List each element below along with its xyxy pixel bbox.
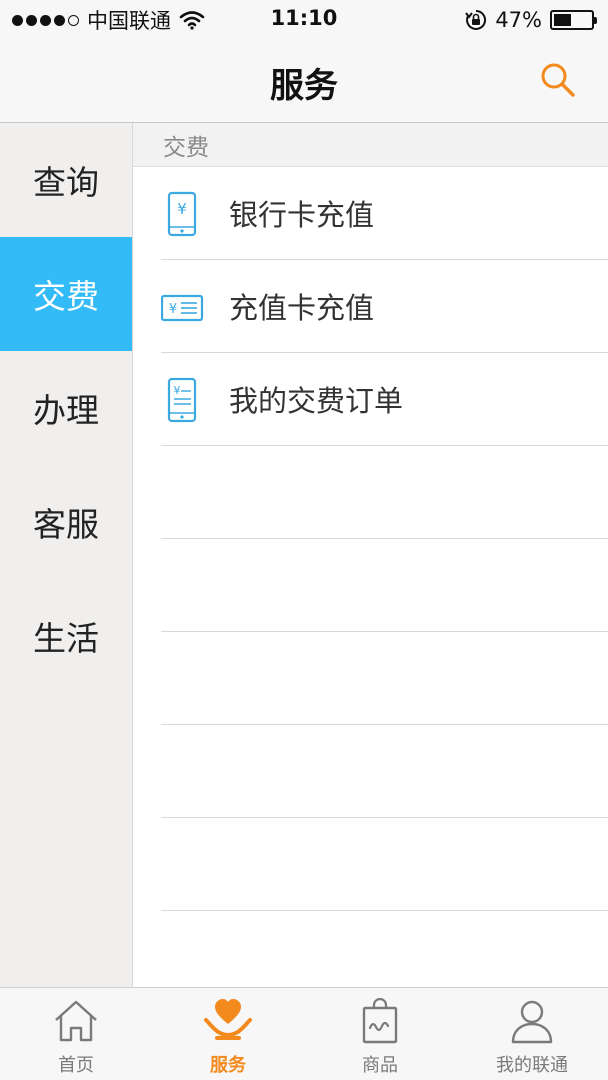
tab-products[interactable]: 商品 (304, 988, 456, 1080)
svg-text:¥: ¥ (174, 384, 181, 397)
sidebar-item-payment[interactable]: 交费 (0, 237, 132, 351)
svg-text:¥: ¥ (169, 302, 177, 317)
list-item-empty (161, 818, 608, 911)
list-item-label: 银行卡充值 (229, 198, 375, 232)
battery-percent: 47% (495, 8, 542, 32)
service-list: 交费 ¥ 银行卡充值 ¥ 充值卡充值 ¥ 我的交费订单 (133, 123, 608, 987)
tab-home[interactable]: 首页 (0, 988, 152, 1080)
list-item-empty (161, 446, 608, 539)
sidebar-item-label: 交费 (33, 277, 99, 316)
tab-my-unicom[interactable]: 我的联通 (456, 988, 608, 1080)
list-item-empty (161, 539, 608, 632)
sidebar-item-label: 办理 (33, 391, 99, 430)
signal-dot (54, 14, 65, 26)
list-item-empty (161, 725, 608, 818)
status-bar: 中国联通 11:10 47% (0, 0, 608, 40)
list-item-my-payment-orders[interactable]: ¥ 我的交费订单 (161, 353, 608, 446)
battery-level (554, 14, 571, 26)
sidebar-item-handle[interactable]: 办理 (0, 351, 132, 465)
tab-label: 我的联通 (496, 1055, 568, 1076)
page-title: 服务 (270, 66, 338, 106)
sidebar-item-label: 生活 (33, 619, 99, 658)
tab-label: 商品 (362, 1055, 398, 1076)
status-bar-left: 中国联通 (12, 6, 205, 34)
list-item-label: 我的交费订单 (229, 384, 404, 418)
search-icon[interactable] (538, 60, 578, 100)
phone-bill-icon: ¥ (167, 377, 197, 423)
tab-label: 首页 (58, 1055, 94, 1076)
sidebar-item-customer-service[interactable]: 客服 (0, 465, 132, 579)
rotation-lock-icon (465, 9, 487, 30)
sidebar-item-query[interactable]: 查询 (0, 123, 132, 237)
carrier-name: 中国联通 (87, 9, 171, 33)
signal-dot (40, 14, 51, 26)
list-item-recharge-card[interactable]: ¥ 充值卡充值 (161, 260, 608, 353)
wifi-icon (179, 11, 205, 30)
home-icon (55, 1000, 97, 1042)
tab-bar: 首页 服务 商品 我的联通 (0, 987, 608, 1080)
recharge-card-icon: ¥ (161, 294, 204, 322)
shopping-bag-icon (362, 998, 398, 1044)
category-sidebar: 查询 交费 办理 客服 生活 (0, 123, 133, 987)
section-title: 交费 (163, 134, 209, 161)
battery-icon (550, 10, 597, 30)
tab-label: 服务 (210, 1055, 246, 1076)
tab-service[interactable]: 服务 (152, 988, 304, 1080)
sidebar-item-life[interactable]: 生活 (0, 579, 132, 693)
status-bar-right: 47% (465, 6, 597, 34)
svg-text:¥: ¥ (177, 200, 187, 218)
nav-bar: 服务 (0, 40, 608, 123)
list-item-empty (161, 632, 608, 725)
signal-dot (12, 14, 23, 26)
list-item-bank-card-recharge[interactable]: ¥ 银行卡充值 (161, 167, 608, 260)
signal-strength-icon (12, 14, 79, 26)
user-icon (511, 1000, 553, 1044)
list-item-label: 充值卡充值 (229, 291, 375, 325)
signal-dot (68, 14, 79, 26)
heart-hands-icon (204, 999, 252, 1040)
phone-yuan-icon: ¥ (167, 191, 197, 237)
sidebar-item-label: 查询 (33, 163, 99, 202)
signal-dot (26, 14, 37, 26)
section-header: 交费 (133, 123, 608, 167)
sidebar-item-label: 客服 (33, 505, 99, 544)
